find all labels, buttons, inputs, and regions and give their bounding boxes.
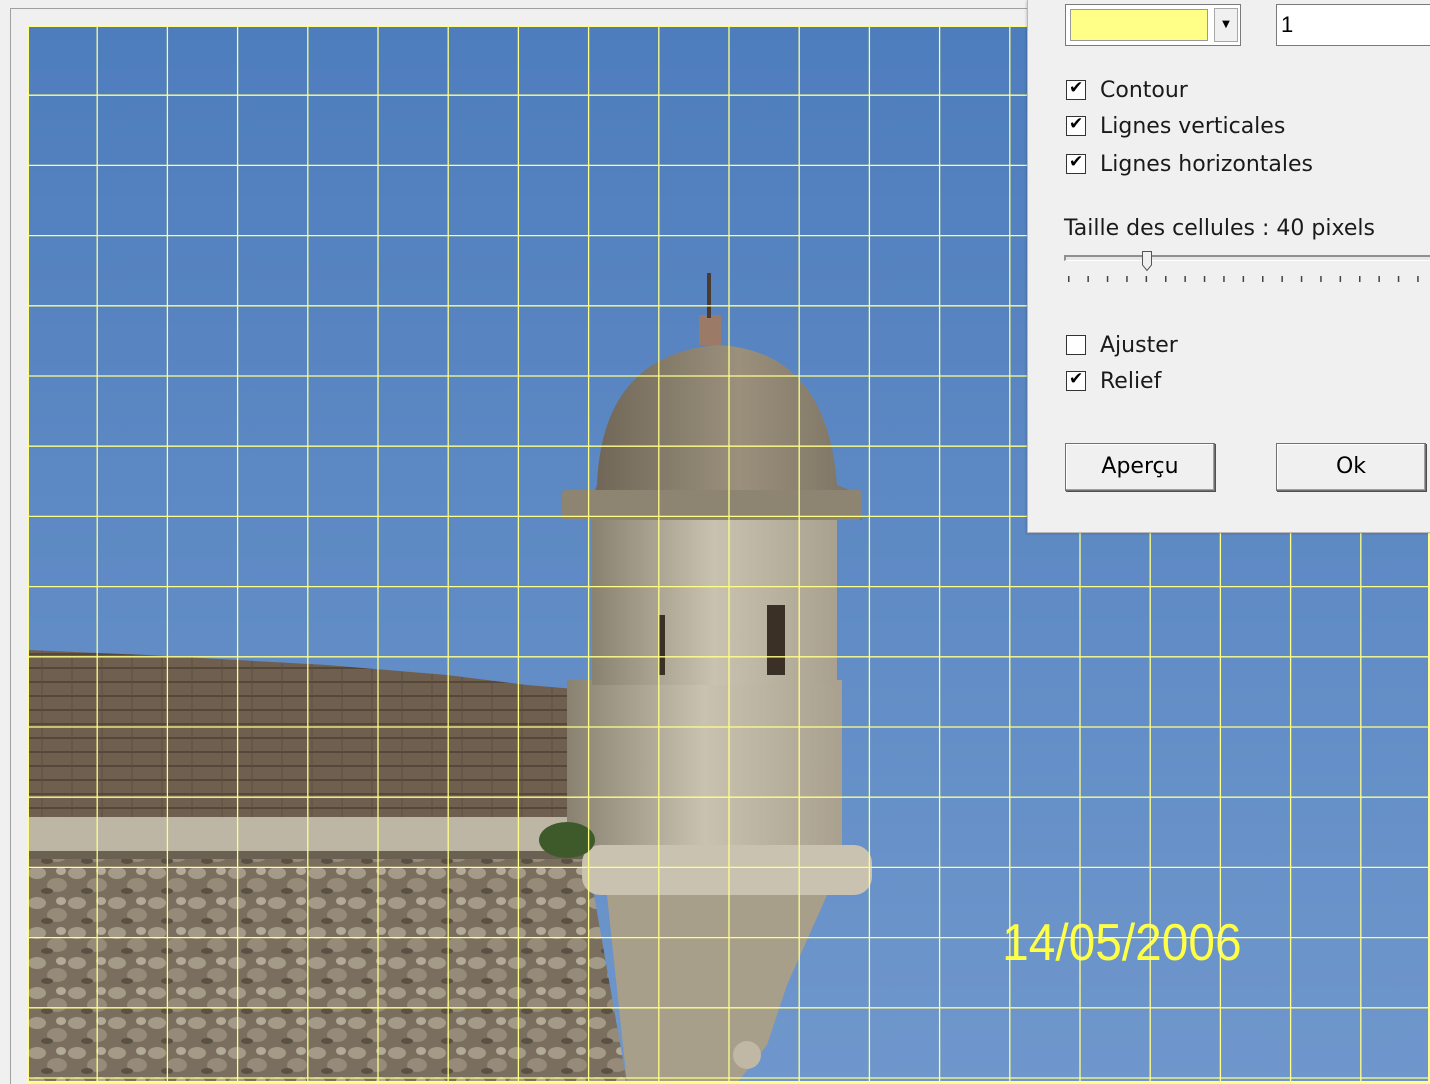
checkmark-icon[interactable]: [1066, 152, 1086, 174]
ok-button[interactable]: Ok: [1276, 443, 1426, 491]
slider-tick: [1184, 276, 1186, 282]
slider-tick: [1145, 276, 1148, 282]
preview-button[interactable]: Aperçu: [1065, 443, 1215, 491]
line-color-dropdown[interactable]: ▼: [1065, 4, 1241, 46]
slider-tick: [1087, 276, 1089, 282]
cell-size-slider-track[interactable]: [1064, 255, 1430, 261]
slider-tick: [1300, 276, 1303, 282]
tower-finial: [699, 315, 721, 345]
adjust-label: Ajuster: [1100, 332, 1178, 358]
cell-size-label: Taille des cellules : 40 pixels: [1064, 216, 1375, 241]
slider-tick: [1068, 276, 1070, 282]
date-stamp: 14/05/2006: [1002, 913, 1241, 971]
slider-tick: [1242, 276, 1245, 282]
slider-tick: [1320, 276, 1322, 282]
line-width-field[interactable]: 1: [1276, 4, 1430, 46]
grid-settings-dialog: ▼ 1 Contour Lignes verticales Lignes hor…: [1027, 0, 1430, 533]
horizontal-lines-checkbox[interactable]: Lignes horizontales: [1066, 150, 1313, 178]
slider-tick: [1223, 276, 1225, 282]
slider-tick: [1106, 276, 1109, 282]
shrub: [539, 822, 595, 858]
slider-tick: [1126, 276, 1128, 282]
cell-size-slider-thumb[interactable]: [1142, 251, 1152, 271]
tower-body: [592, 515, 837, 685]
checkmark-icon[interactable]: [1066, 78, 1086, 100]
tower-base: [567, 680, 842, 855]
adjust-checkbox[interactable]: Ajuster: [1066, 331, 1178, 359]
vertical-lines-label: Lignes verticales: [1100, 113, 1286, 139]
contour-checkbox[interactable]: Contour: [1066, 76, 1188, 104]
slider-tick: [1397, 276, 1400, 282]
slider-tick: [1417, 276, 1419, 282]
slider-tick: [1262, 276, 1264, 282]
tower-corbel: [582, 845, 872, 895]
horizontal-lines-label: Lignes horizontales: [1100, 151, 1313, 177]
slider-tick: [1165, 276, 1167, 282]
contour-label: Contour: [1100, 77, 1188, 103]
line-color-swatch: [1070, 9, 1208, 41]
slider-tick: [1378, 276, 1380, 282]
slider-ticks: [1068, 276, 1419, 282]
slider-tick: [1203, 276, 1206, 282]
slider-tick: [1339, 276, 1342, 282]
chevron-down-icon[interactable]: ▼: [1214, 8, 1238, 42]
relief-checkbox[interactable]: Relief: [1066, 367, 1161, 395]
slider-tick: [1281, 276, 1283, 282]
tower-window: [767, 605, 785, 675]
slider-tick: [1359, 276, 1361, 282]
checkmark-icon[interactable]: [1066, 114, 1086, 136]
checkbox-empty-icon[interactable]: [1066, 335, 1086, 355]
vertical-lines-checkbox[interactable]: Lignes verticales: [1066, 112, 1285, 140]
relief-label: Relief: [1100, 368, 1162, 394]
rubble-wall: [27, 855, 627, 1083]
checkmark-icon[interactable]: [1066, 369, 1086, 391]
